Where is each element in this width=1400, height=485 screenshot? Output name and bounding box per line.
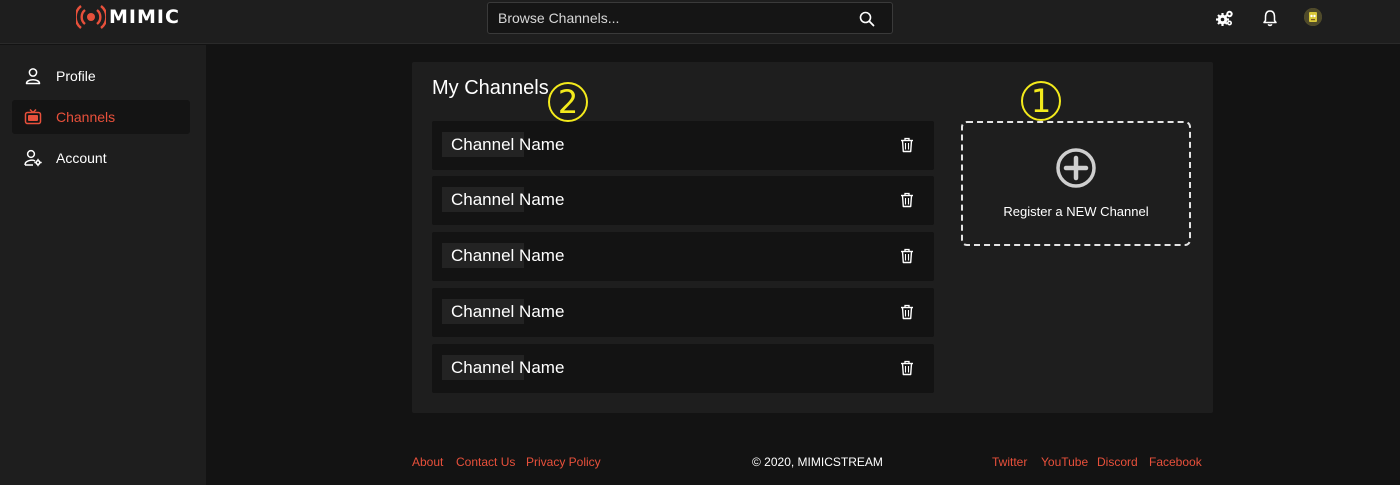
- sidebar-item-channels[interactable]: Channels: [12, 100, 190, 134]
- footer-link-privacy[interactable]: Privacy Policy: [526, 455, 601, 469]
- copyright-text: © 2020, MIMICSTREAM: [752, 455, 883, 469]
- footer-link-discord[interactable]: Discord: [1097, 455, 1138, 469]
- register-channel-button[interactable]: Register a NEW Channel: [961, 121, 1191, 246]
- brand-logo[interactable]: MIMIC: [76, 4, 180, 30]
- sidebar-item-label: Profile: [56, 68, 96, 84]
- trash-icon[interactable]: [900, 304, 914, 320]
- search-box: [487, 2, 893, 34]
- sidebar-item-label: Channels: [56, 109, 116, 125]
- trash-icon[interactable]: [900, 137, 914, 153]
- sidebar-item-profile[interactable]: Profile: [12, 59, 190, 93]
- search-input[interactable]: [498, 3, 848, 33]
- channel-row[interactable]: Channel Name: [432, 176, 934, 225]
- sidebar-item-account[interactable]: Account: [12, 141, 190, 175]
- channel-row[interactable]: Channel Name: [432, 344, 934, 393]
- trash-icon[interactable]: [900, 192, 914, 208]
- channel-name: Channel Name: [442, 299, 564, 324]
- sidebar-item-label: Account: [56, 150, 107, 166]
- channel-name: Channel Name: [442, 355, 564, 380]
- plus-circle-icon: [1056, 148, 1096, 188]
- trash-icon[interactable]: [900, 360, 914, 376]
- page-title: My Channels: [432, 77, 549, 99]
- user-icon: [25, 68, 41, 85]
- channel-name: Channel Name: [442, 132, 564, 157]
- channel-name: Channel Name: [442, 187, 564, 212]
- search-icon[interactable]: [859, 11, 875, 27]
- footer-link-contact[interactable]: Contact Us: [456, 455, 515, 469]
- channel-row[interactable]: Channel Name: [432, 121, 934, 170]
- bell-icon[interactable]: [1261, 9, 1279, 27]
- register-channel-label: Register a NEW Channel: [1003, 204, 1149, 219]
- trash-icon[interactable]: [900, 248, 914, 264]
- brand-name: MIMIC: [109, 6, 180, 28]
- broadcast-logo-icon: [76, 5, 106, 29]
- sidebar: Profile Channels Account: [0, 45, 206, 485]
- channel-row[interactable]: Channel Name: [432, 232, 934, 281]
- avatar[interactable]: [1304, 8, 1322, 26]
- footer-link-youtube[interactable]: YouTube: [1041, 455, 1088, 469]
- channel-name: Channel Name: [442, 243, 564, 268]
- tv-icon: [24, 108, 42, 125]
- channel-row[interactable]: Channel Name: [432, 288, 934, 337]
- footer-link-twitter[interactable]: Twitter: [992, 455, 1027, 469]
- my-channels-panel: My Channels Channel Name Channel Name Ch…: [412, 62, 1213, 413]
- avatar-image: [1304, 8, 1322, 26]
- callout-1: 1: [1021, 81, 1061, 121]
- callout-2: 2: [548, 82, 588, 122]
- footer-link-facebook[interactable]: Facebook: [1149, 455, 1202, 469]
- gears-icon[interactable]: [1216, 9, 1234, 27]
- user-gear-icon: [24, 149, 42, 167]
- footer-link-about[interactable]: About: [412, 455, 443, 469]
- top-navbar: MIMIC: [0, 0, 1400, 44]
